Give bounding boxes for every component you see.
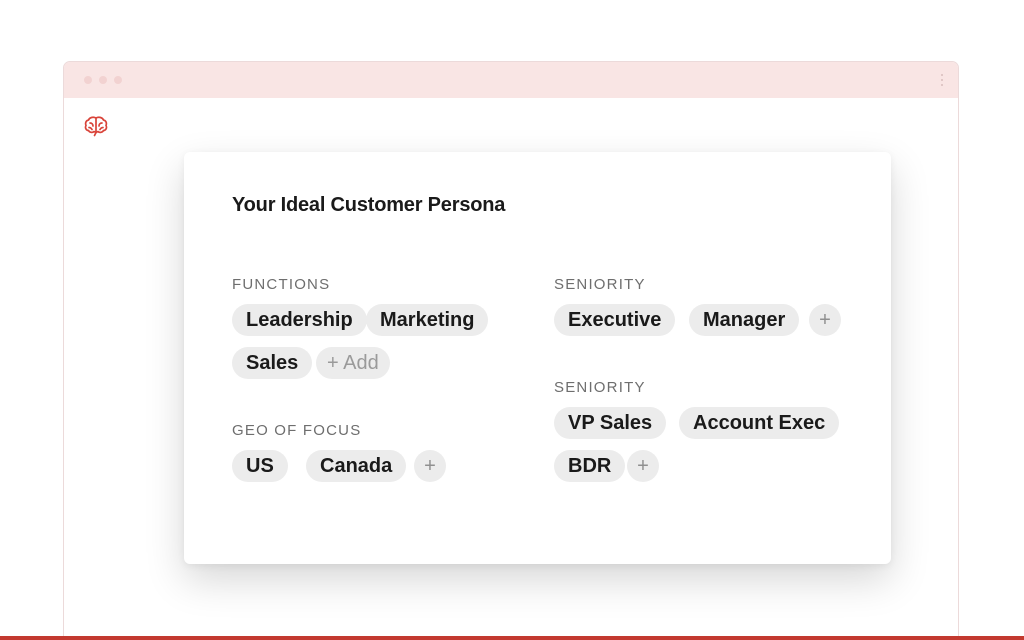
geo-label: GEO OF FOCUS [232, 422, 362, 439]
window-controls [84, 76, 122, 84]
page: Your Ideal Customer Persona FUNCTIONS Le… [0, 0, 1024, 640]
tag-chip[interactable]: Manager [689, 304, 800, 336]
tag-chip[interactable]: Leadership [232, 304, 367, 336]
seniority-label: SENIORITY [554, 379, 646, 396]
add-geo-button[interactable]: + [414, 450, 446, 482]
tag-chip[interactable]: BDR [554, 450, 626, 482]
functions-label: FUNCTIONS [232, 276, 331, 293]
window-titlebar [64, 62, 958, 98]
card-title: Your Ideal Customer Persona [232, 194, 506, 216]
seniority-label: SENIORITY [554, 276, 646, 293]
minimize-window-button[interactable] [99, 76, 107, 84]
maximize-window-button[interactable] [114, 76, 122, 84]
tag-chip[interactable]: VP Sales [554, 407, 667, 439]
close-window-button[interactable] [84, 76, 92, 84]
brain-icon [84, 115, 108, 137]
vertical-dots-icon[interactable] [940, 74, 944, 86]
add-function-button[interactable]: + Add [316, 347, 390, 379]
tag-chip[interactable]: Executive [554, 304, 676, 336]
persona-card: Your Ideal Customer Persona FUNCTIONS Le… [184, 152, 891, 564]
tag-chip[interactable]: Canada [306, 450, 407, 482]
add-seniority-button[interactable]: + [809, 304, 841, 336]
tag-chip[interactable]: Account Exec [679, 407, 840, 439]
tag-chip[interactable]: Sales [232, 347, 313, 379]
brand-accent-bar [0, 636, 1024, 640]
tag-chip[interactable]: US [232, 450, 288, 482]
tag-chip[interactable]: Marketing [366, 304, 489, 336]
add-seniority-button[interactable]: + [627, 450, 659, 482]
